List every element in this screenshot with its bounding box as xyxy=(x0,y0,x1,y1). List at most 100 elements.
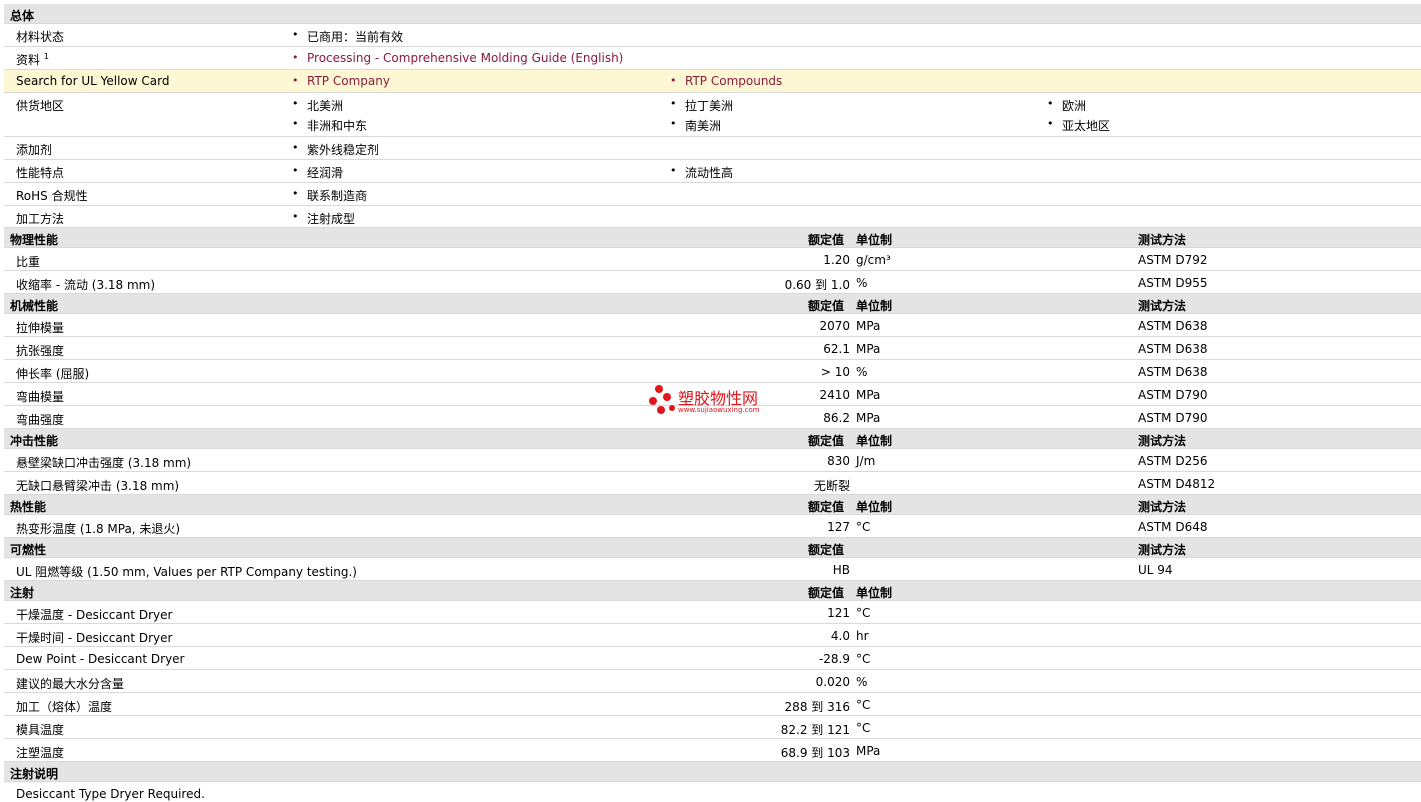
rated-value-header: 额定值 xyxy=(808,543,845,557)
property-value: 0.60 到 1.0 xyxy=(784,278,850,292)
property-row: 伸长率 (屈服) > 10% ASTM D638 xyxy=(4,360,1421,383)
section-general: 总体 xyxy=(4,4,1421,24)
rtp-compounds-link[interactable]: RTP Compounds xyxy=(670,74,782,88)
property-name: 干燥温度 - Desiccant Dryer xyxy=(16,608,173,622)
property-name: 弯曲强度 xyxy=(16,413,65,427)
row-label: RoHS 合规性 xyxy=(16,189,88,203)
unit-header: 单位制 xyxy=(856,500,893,514)
property-name: 悬壁梁缺口冲击强度 (3.18 mm) xyxy=(16,456,192,470)
unit-header: 单位制 xyxy=(856,299,893,313)
row-additive: 添加剂 紫外线稳定剂 xyxy=(4,137,1421,160)
property-unit: % xyxy=(856,365,868,379)
property-row: 热变形温度 (1.8 MPa, 未退火) 127 °C ASTM D648 xyxy=(4,515,1421,538)
section-mechanical: 机械性能 额定值 单位制 测试方法 xyxy=(4,294,1421,314)
region-item: 非洲和中东 xyxy=(292,117,367,134)
property-test-method: ASTM D790 xyxy=(1138,411,1208,425)
property-value: 无断裂 xyxy=(813,479,850,493)
property-name: UL 阻燃等级 (1.50 mm, Values per RTP Company… xyxy=(16,565,357,579)
row-processing-method: 加工方法 注射成型 xyxy=(4,206,1421,228)
row-label: 资料 1 xyxy=(16,51,49,68)
property-value: -28.9 xyxy=(818,652,850,666)
property-unit: MPa xyxy=(856,388,881,402)
property-value: 82.2 到 121 xyxy=(780,723,850,737)
property-test-method: ASTM D792 xyxy=(1138,253,1208,267)
region-item: 南美洲 xyxy=(670,117,721,134)
test-method-header: 测试方法 xyxy=(1138,299,1187,313)
property-unit: °C xyxy=(856,698,871,712)
row-features: 性能特点 经润滑 流动性高 xyxy=(4,160,1421,183)
property-test-method: ASTM D648 xyxy=(1138,520,1208,534)
property-name: 建议的最大水分含量 xyxy=(16,677,125,691)
property-row: 抗张强度 62.1 MPa ASTM D638 xyxy=(4,337,1421,360)
row-value: 注射成型 xyxy=(292,210,355,227)
section-title: 物理性能 xyxy=(10,233,59,247)
property-name: 伸长率 (屈服) xyxy=(16,367,90,381)
property-value: 4.0 xyxy=(830,629,850,643)
property-unit: MPa xyxy=(856,411,881,425)
notes-row: Desiccant Type Dryer Required. xyxy=(4,782,1421,802)
footnote-marker: 1 xyxy=(43,52,49,61)
row-label: Search for UL Yellow Card xyxy=(16,74,170,88)
property-unit: °C xyxy=(856,721,871,735)
property-value: 62.1 xyxy=(823,342,850,356)
section-title: 注射 xyxy=(10,586,35,600)
row-status: 材料状态 已商用：当前有效 xyxy=(4,24,1421,47)
property-name: Dew Point - Desiccant Dryer xyxy=(16,652,185,666)
test-method-header: 测试方法 xyxy=(1138,500,1187,514)
property-test-method: ASTM D955 xyxy=(1138,276,1208,290)
property-name: 弯曲模量 xyxy=(16,390,65,404)
region-item: 亚太地区 xyxy=(1047,117,1110,134)
property-unit: hr xyxy=(856,629,869,643)
unit-header: 单位制 xyxy=(856,586,893,600)
property-name: 模具温度 xyxy=(16,723,65,737)
property-value: > 10 xyxy=(820,365,850,379)
property-test-method: ASTM D790 xyxy=(1138,388,1208,402)
row-value: 紫外线稳定剂 xyxy=(292,141,379,158)
property-test-method: ASTM D4812 xyxy=(1138,477,1216,491)
row-value: 联系制造商 xyxy=(292,187,367,204)
property-row: 无缺口悬臂梁冲击 (3.18 mm) 无断裂 ASTM D4812 xyxy=(4,472,1421,495)
property-value: 68.9 到 103 xyxy=(780,746,850,760)
row-value: 已商用：当前有效 xyxy=(292,28,403,45)
property-unit: °C xyxy=(856,652,871,666)
section-impact: 冲击性能 额定值 单位制 测试方法 xyxy=(4,429,1421,449)
property-row: 收缩率 - 流动 (3.18 mm) 0.60 到 1.0% ASTM D955 xyxy=(4,271,1421,294)
rtp-company-link[interactable]: RTP Company xyxy=(292,74,390,88)
documents-label: 资料 xyxy=(16,53,41,67)
property-name: 抗张强度 xyxy=(16,344,65,358)
property-name: 收缩率 - 流动 (3.18 mm) xyxy=(16,278,156,292)
region-item: 北美洲 xyxy=(292,97,343,114)
property-unit: MPa xyxy=(856,319,881,333)
property-value: 86.2 xyxy=(823,411,850,425)
notes-text: Desiccant Type Dryer Required. xyxy=(16,787,205,801)
property-row: Dew Point - Desiccant Dryer -28.9 °C xyxy=(4,647,1421,670)
property-test-method: ASTM D638 xyxy=(1138,365,1208,379)
property-unit: °C xyxy=(856,606,871,620)
watermark-logo: 塑胶物性网 www.sujiaowuxing.com xyxy=(648,382,788,422)
test-method-header: 测试方法 xyxy=(1138,543,1187,557)
property-value: 2070 xyxy=(819,319,850,333)
processing-guide-link[interactable]: Processing - Comprehensive Molding Guide… xyxy=(292,51,623,65)
property-row: 注塑温度 68.9 到 103 MPa xyxy=(4,739,1421,762)
property-row: 拉伸模量 2070 MPa ASTM D638 xyxy=(4,314,1421,337)
section-title: 注射说明 xyxy=(10,767,59,781)
section-title: 冲击性能 xyxy=(10,434,59,448)
row-regions: 供货地区 北美洲 拉丁美洲 欧洲 非洲和中东 南美洲 亚太地区 xyxy=(4,93,1421,137)
property-row: UL 阻燃等级 (1.50 mm, Values per RTP Company… xyxy=(4,558,1421,581)
property-name: 干燥时间 - Desiccant Dryer xyxy=(16,631,173,645)
property-name: 无缺口悬臂梁冲击 (3.18 mm) xyxy=(16,479,180,493)
property-name: 注塑温度 xyxy=(16,746,65,760)
section-title: 总体 xyxy=(10,9,35,23)
row-label: 材料状态 xyxy=(16,30,65,44)
property-row: 模具温度 82.2 到 121 °C xyxy=(4,716,1421,739)
property-value: HB xyxy=(832,563,850,577)
property-row: 干燥温度 - Desiccant Dryer 121 °C xyxy=(4,601,1421,624)
section-notes: 注射说明 xyxy=(4,762,1421,782)
section-injection: 注射 额定值 单位制 xyxy=(4,581,1421,601)
property-name: 比重 xyxy=(16,255,41,269)
section-title: 可燃性 xyxy=(10,543,47,557)
test-method-header: 测试方法 xyxy=(1138,233,1187,247)
row-label: 性能特点 xyxy=(16,166,65,180)
property-row: 干燥时间 - Desiccant Dryer 4.0 hr xyxy=(4,624,1421,647)
property-name: 拉伸模量 xyxy=(16,321,65,335)
